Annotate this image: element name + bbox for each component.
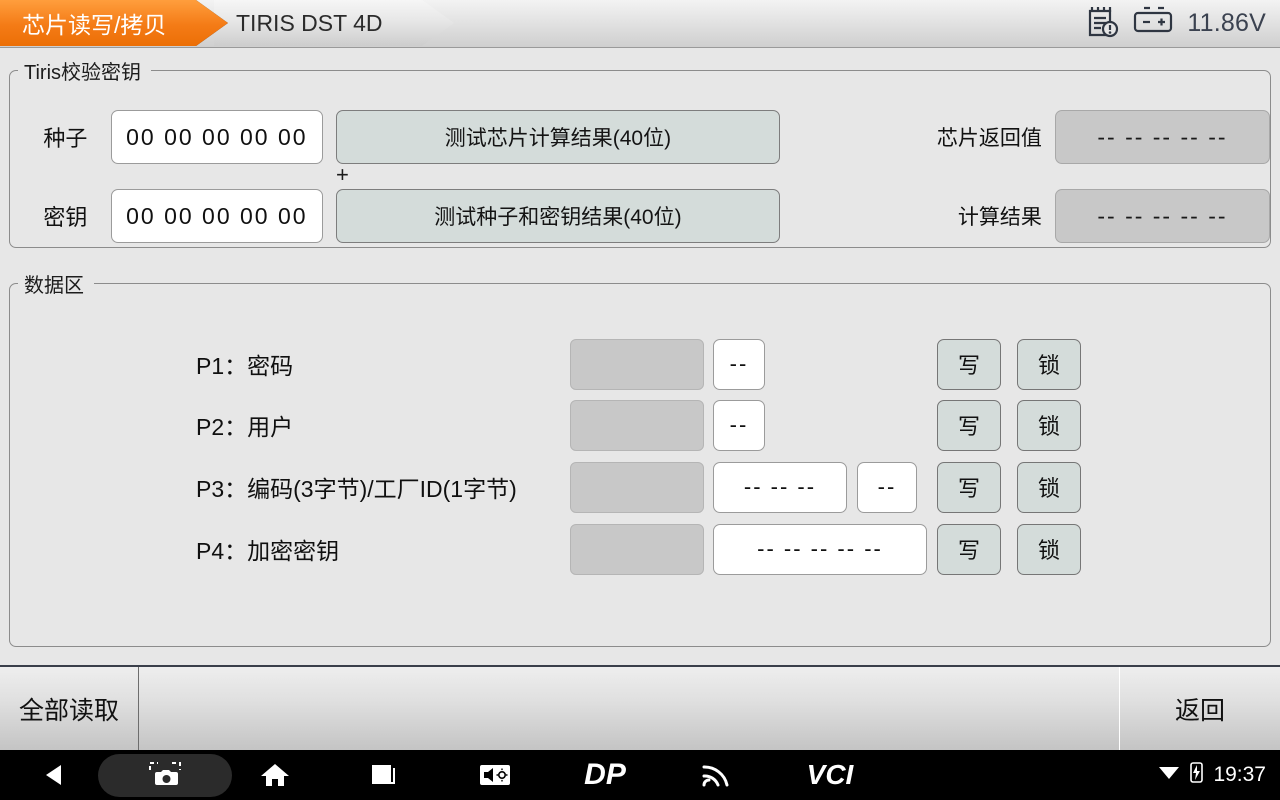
tab-chip-read-write-label: 芯片读写/拷贝 xyxy=(22,12,167,38)
data-row-p2-value[interactable]: -- xyxy=(713,399,765,451)
tab-chip-read-write[interactable]: 芯片读写/拷贝 xyxy=(0,0,228,46)
main-content: Tiris校验密钥 + 种子 00 00 00 00 00 测试芯片计算结果(4… xyxy=(0,48,1280,665)
data-area-group: 数据区 P1：密码 -- 写 锁 P2：用户 -- 写 锁 P3：编码(3字节)… xyxy=(9,269,1271,647)
calc-result-label: 计算结果 xyxy=(957,206,1042,229)
app-root: 芯片读写/拷贝 TIRIS DST 4D 11.86V Tiris校验密钥 + … xyxy=(0,0,1280,800)
data-row-p2: P2：用户 -- 写 锁 xyxy=(10,399,1270,451)
data-row-p3-placeholder xyxy=(570,461,704,513)
chip-return-label: 芯片返回值 xyxy=(936,127,1042,150)
data-row-p1-write-button[interactable]: 写 xyxy=(937,338,1001,390)
data-row-p1-value[interactable]: -- xyxy=(713,338,765,390)
data-row-p4-label: P4：加密密钥 xyxy=(196,538,340,564)
data-area-group-legend: 数据区 xyxy=(24,275,84,297)
home-icon[interactable] xyxy=(250,750,300,800)
screenshot-camera-icon[interactable] xyxy=(140,750,190,800)
bottom-action-bar: 全部读取 返回 xyxy=(0,665,1280,750)
data-row-p3-value[interactable]: -- -- -- xyxy=(713,461,847,513)
data-row-p2-write-button[interactable]: 写 xyxy=(937,399,1001,451)
plus-sign: + xyxy=(336,162,349,187)
battery-icon[interactable] xyxy=(1132,6,1176,41)
data-row-p3-factory-id[interactable]: -- xyxy=(857,461,917,513)
data-row-p4-value[interactable]: -- -- -- -- -- xyxy=(713,523,927,575)
back-button[interactable]: 返回 xyxy=(1120,667,1280,750)
tiris-key-group-legend: Tiris校验密钥 xyxy=(24,62,142,84)
battery-charging-icon xyxy=(1189,761,1204,789)
action-bar-spacer xyxy=(139,667,1120,750)
tab-tiris-dst-4d-label: TIRIS DST 4D xyxy=(236,9,383,36)
recents-square-icon[interactable] xyxy=(360,750,410,800)
volume-brightness-icon[interactable] xyxy=(470,750,520,800)
data-row-p1-placeholder xyxy=(570,338,704,390)
data-row-p4-lock-button[interactable]: 锁 xyxy=(1017,523,1081,575)
tiris-key-group: Tiris校验密钥 + 种子 00 00 00 00 00 测试芯片计算结果(4… xyxy=(9,56,1271,248)
vci-logo[interactable]: VCI xyxy=(795,750,865,800)
key-row: 密钥 00 00 00 00 00 测试种子和密钥结果(40位) 计算结果 --… xyxy=(10,188,1270,244)
chip-return-value: -- -- -- -- -- xyxy=(1054,110,1270,164)
seed-row: 种子 00 00 00 00 00 测试芯片计算结果(40位) 芯片返回值 --… xyxy=(10,109,1270,165)
wifi-icon xyxy=(1158,763,1180,787)
report-alert-icon[interactable] xyxy=(1083,4,1121,43)
signal-wifi-icon[interactable] xyxy=(690,750,740,800)
nav-status-cluster: 19:37 xyxy=(1158,750,1266,800)
data-row-p3: P3：编码(3字节)/工厂ID(1字节) -- -- -- -- 写 锁 xyxy=(10,461,1270,513)
android-nav-bar: DP VCI 19:37 xyxy=(0,750,1280,800)
key-label: 密钥 xyxy=(43,205,88,230)
seed-input[interactable]: 00 00 00 00 00 xyxy=(110,110,323,164)
dp-logo[interactable]: DP xyxy=(575,750,635,800)
data-row-p3-lock-button[interactable]: 锁 xyxy=(1017,461,1081,513)
data-row-p1: P1：密码 -- 写 锁 xyxy=(10,338,1270,390)
calc-result-value: -- -- -- -- -- xyxy=(1054,189,1270,243)
data-row-p1-label: P1：密码 xyxy=(196,353,294,379)
data-row-p2-lock-button[interactable]: 锁 xyxy=(1017,399,1081,451)
data-row-p3-label: P3：编码(3字节)/工厂ID(1字节) xyxy=(196,476,517,502)
data-row-p3-write-button[interactable]: 写 xyxy=(937,461,1001,513)
clock: 19:37 xyxy=(1213,763,1266,786)
voltage-reading: 11.86V xyxy=(1187,8,1266,37)
test-seed-key-result-button[interactable]: 测试种子和密钥结果(40位) xyxy=(335,189,780,243)
data-row-p4-placeholder xyxy=(570,523,704,575)
data-row-p2-placeholder xyxy=(570,399,704,451)
tab-tiris-dst-4d[interactable]: TIRIS DST 4D xyxy=(214,0,454,46)
seed-label: 种子 xyxy=(43,126,88,151)
test-chip-result-button[interactable]: 测试芯片计算结果(40位) xyxy=(335,110,780,164)
data-row-p2-label: P2：用户 xyxy=(196,414,294,440)
back-triangle-icon[interactable] xyxy=(30,750,80,800)
data-row-p4-write-button[interactable]: 写 xyxy=(937,523,1001,575)
topbar-status-cluster: 11.86V xyxy=(1083,0,1266,46)
data-row-p1-lock-button[interactable]: 锁 xyxy=(1017,338,1081,390)
read-all-button[interactable]: 全部读取 xyxy=(0,667,139,750)
data-row-p4: P4：加密密钥 -- -- -- -- -- 写 锁 xyxy=(10,523,1270,575)
key-input[interactable]: 00 00 00 00 00 xyxy=(110,189,323,243)
top-tab-bar: 芯片读写/拷贝 TIRIS DST 4D 11.86V xyxy=(0,0,1280,48)
